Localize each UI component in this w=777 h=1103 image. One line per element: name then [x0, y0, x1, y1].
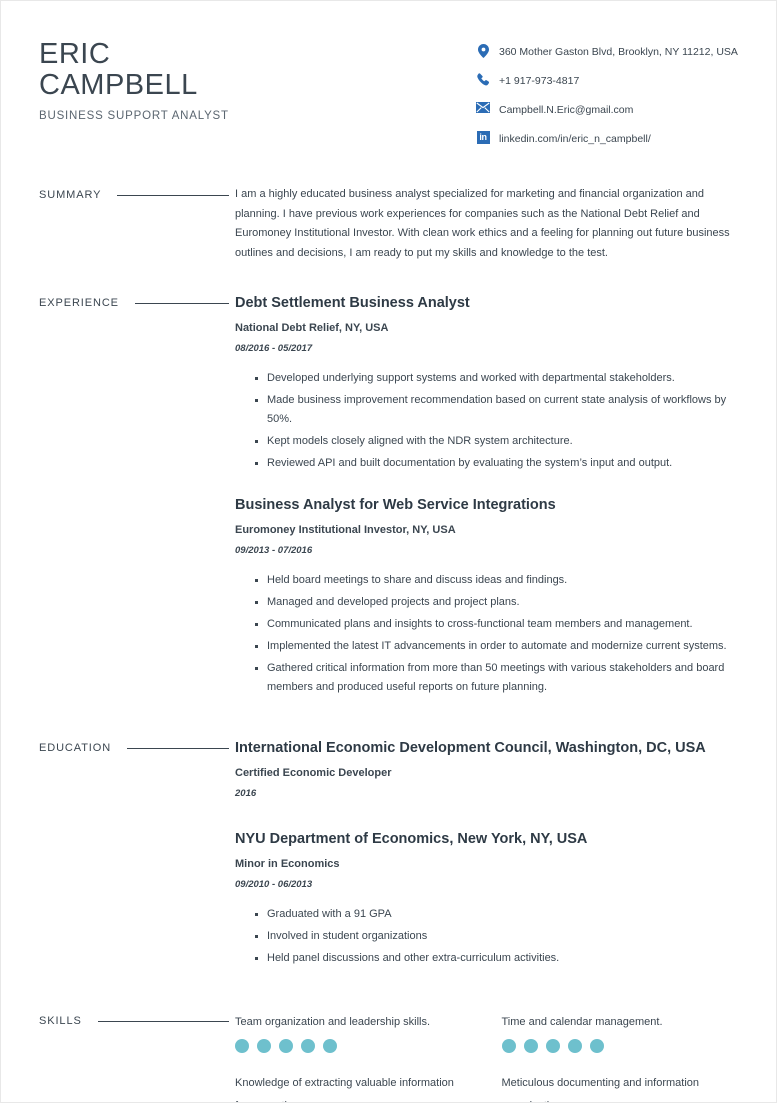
rating-dot: [323, 1039, 337, 1053]
skill-item: Team organization and leadership skills.: [235, 1011, 488, 1053]
entry-date: 09/2013 - 07/2016: [235, 545, 313, 556]
list-item: Held panel discussions and other extra-c…: [255, 949, 740, 968]
section-education: EDUCATION International Economic Develop…: [1, 738, 776, 971]
rating-dot: [279, 1039, 293, 1053]
list-item: Communicated plans and insights to cross…: [255, 615, 740, 634]
rating-dot: [589, 1039, 604, 1053]
entry-title: Business Analyst for Web Service Integra…: [235, 497, 556, 513]
entry-bullet-list: Graduated with a 91 GPA Involved in stud…: [235, 905, 740, 968]
contact-row-phone: +1 917-973-4817: [472, 72, 740, 90]
rating-dot: [523, 1039, 538, 1053]
education-entry: International Economic Development Counc…: [235, 738, 740, 801]
section-experience: EXPERIENCE Debt Settlement Business Anal…: [1, 293, 776, 700]
skill-name: Team organization and leadership skills.: [235, 1016, 431, 1028]
list-item: Reviewed API and built documentation by …: [255, 454, 740, 473]
section-divider: [134, 302, 229, 304]
skills-column-right: Time and calendar management. Meticulous…: [488, 1011, 741, 1102]
job-title: BUSINESS SUPPORT ANALYST: [39, 110, 229, 122]
entry-bullet-list: Developed underlying support systems and…: [235, 369, 740, 473]
entry-date: 09/2010 - 06/2013: [235, 879, 313, 890]
list-item: Involved in student organizations: [255, 927, 740, 946]
envelope-icon: [472, 101, 494, 113]
skill-rating: [235, 1039, 488, 1053]
contact-email[interactable]: Campbell.N.Eric@gmail.com: [494, 101, 633, 119]
experience-entry: Debt Settlement Business Analyst Nationa…: [235, 293, 740, 473]
skills-column-left: Team organization and leadership skills.…: [235, 1011, 488, 1102]
skill-name: Meticulous documenting and information o…: [501, 1077, 700, 1102]
contact-row-email: Campbell.N.Eric@gmail.com: [472, 101, 740, 119]
resume-page: ERIC CAMPBELL BUSINESS SUPPORT ANALYST 3…: [0, 0, 777, 1103]
rating-dot: [257, 1039, 271, 1053]
section-header-experience: EXPERIENCE: [39, 293, 235, 309]
entry-credential: Minor in Economics: [235, 858, 340, 870]
skills-grid: Team organization and leadership skills.…: [235, 1011, 741, 1102]
entry-title: Debt Settlement Business Analyst: [235, 295, 470, 311]
skill-rating: [501, 1039, 741, 1053]
summary-text: I am a highly educated business analyst …: [235, 188, 730, 259]
section-divider: [127, 747, 229, 749]
entry-organization: Euromoney Institutional Investor, NY, US…: [235, 524, 456, 536]
section-summary: SUMMARY I am a highly educated business …: [1, 185, 776, 263]
list-item: Managed and developed projects and proje…: [255, 593, 740, 612]
section-skills: SKILLS Team organization and leadership …: [1, 1011, 776, 1102]
list-item: Gathered critical information from more …: [255, 659, 740, 697]
list-item: Held board meetings to share and discuss…: [255, 571, 740, 590]
list-item: Made business improvement recommendation…: [255, 391, 740, 429]
education-entry: NYU Department of Economics, New York, N…: [235, 829, 740, 968]
section-label-summary: SUMMARY: [39, 189, 102, 201]
contact-row-address: 360 Mother Gaston Blvd, Brooklyn, NY 112…: [472, 43, 740, 61]
rating-dot: [235, 1039, 249, 1053]
linkedin-icon: in: [472, 130, 494, 144]
list-item: Implemented the latest IT advancements i…: [255, 637, 740, 656]
rating-dot: [301, 1039, 315, 1053]
section-label-skills: SKILLS: [39, 1015, 82, 1027]
contact-list: 360 Mother Gaston Blvd, Brooklyn, NY 112…: [472, 37, 740, 159]
page-title: ERIC CAMPBELL: [39, 38, 198, 101]
skill-item: Time and calendar management.: [501, 1011, 741, 1053]
list-item: Kept models closely aligned with the NDR…: [255, 432, 740, 451]
entry-title: NYU Department of Economics, New York, N…: [235, 831, 588, 847]
skill-item: Meticulous documenting and information o…: [501, 1072, 741, 1102]
list-item: Developed underlying support systems and…: [255, 369, 740, 388]
rating-dot: [501, 1039, 516, 1053]
phone-icon: [472, 72, 494, 86]
resume-header: ERIC CAMPBELL BUSINESS SUPPORT ANALYST 3…: [1, 1, 776, 159]
entry-credential: Certified Economic Developer: [235, 767, 392, 779]
skill-name: Time and calendar management.: [501, 1016, 663, 1028]
entry-date: 2016: [235, 788, 257, 799]
section-header-skills: SKILLS: [39, 1011, 235, 1027]
entry-bullet-list: Held board meetings to share and discuss…: [235, 571, 740, 697]
section-header-education: EDUCATION: [39, 738, 235, 754]
section-divider: [97, 1020, 229, 1022]
experience-entry: Business Analyst for Web Service Integra…: [235, 495, 740, 697]
section-header-summary: SUMMARY: [39, 185, 235, 201]
section-label-education: EDUCATION: [39, 742, 112, 754]
location-pin-icon: [472, 43, 494, 58]
contact-phone[interactable]: +1 917-973-4817: [494, 72, 579, 90]
list-item: Graduated with a 91 GPA: [255, 905, 740, 924]
contact-row-linkedin: in linkedin.com/in/eric_n_campbell/: [472, 130, 740, 148]
section-divider: [117, 194, 229, 196]
skill-item: Knowledge of extracting valuable informa…: [235, 1072, 488, 1102]
skill-name: Knowledge of extracting valuable informa…: [235, 1077, 454, 1102]
rating-dot: [545, 1039, 560, 1053]
contact-linkedin[interactable]: linkedin.com/in/eric_n_campbell/: [494, 130, 651, 148]
section-label-experience: EXPERIENCE: [39, 297, 119, 309]
contact-address: 360 Mother Gaston Blvd, Brooklyn, NY 112…: [499, 46, 738, 58]
entry-date: 08/2016 - 05/2017: [235, 343, 313, 354]
rating-dot: [567, 1039, 582, 1053]
entry-title: International Economic Development Counc…: [235, 740, 706, 756]
name-block: ERIC CAMPBELL BUSINESS SUPPORT ANALYST: [39, 37, 229, 159]
entry-organization: National Debt Relief, NY, USA: [235, 322, 389, 334]
